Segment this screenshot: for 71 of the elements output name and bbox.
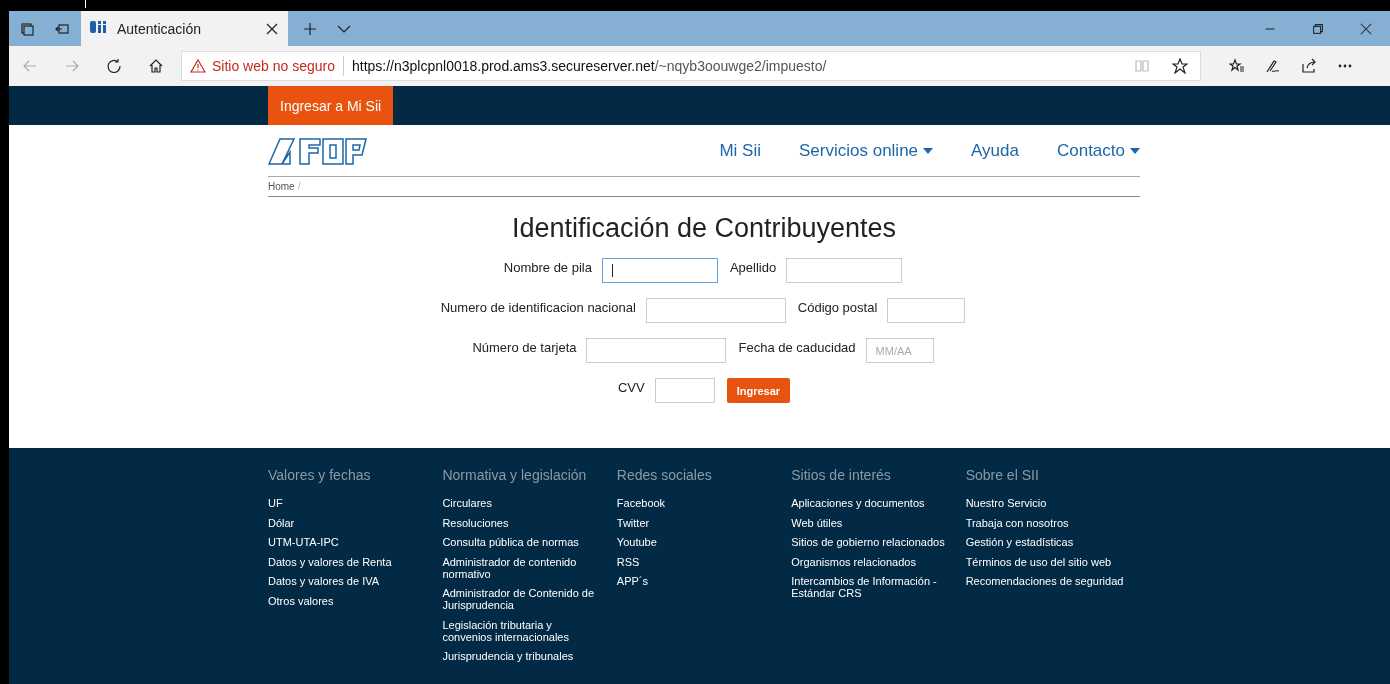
nav-link[interactable]: Contacto xyxy=(1056,140,1140,161)
tabs-aside-icon[interactable] xyxy=(19,20,35,37)
footer-link[interactable]: Resoluciones xyxy=(442,516,603,529)
field-label: Código postal xyxy=(797,300,878,317)
input-field[interactable] xyxy=(654,378,715,403)
footer-link[interactable]: Consulta pública de normas xyxy=(442,536,603,548)
footer-link[interactable]: Nuestro Servicio xyxy=(965,497,1126,509)
star-icon[interactable] xyxy=(1172,58,1188,74)
submit-button[interactable]: Ingresar xyxy=(726,378,791,403)
footer-link[interactable]: RSS xyxy=(616,555,777,568)
footer-link[interactable]: Legislación tributaria y convenios internacionales xyxy=(442,618,603,643)
footer-link[interactable]: Intercambios de Información - Estándar CRS xyxy=(791,575,952,599)
input-field[interactable] xyxy=(887,298,966,323)
footer-link[interactable]: Dólar xyxy=(268,516,428,529)
security-warning: Sitio web no seguro xyxy=(212,58,335,74)
footer-link[interactable]: Administrador de contenido normativo xyxy=(442,555,603,580)
input-field[interactable] xyxy=(586,338,727,363)
refresh-icon[interactable] xyxy=(106,58,122,74)
share-icon[interactable] xyxy=(1301,58,1317,74)
footer-heading: Sobre el SII xyxy=(965,467,1040,483)
footer-link[interactable]: Aplicaciones y documentos xyxy=(791,497,952,509)
footer-heading: Sitios de interés xyxy=(791,467,892,483)
footer-link[interactable]: Datos y valores de IVA xyxy=(268,575,428,587)
footer-heading: Normativa y legislación xyxy=(442,467,588,483)
login-button[interactable]: Ingresar a Mi Sii xyxy=(268,86,394,125)
footer-link[interactable]: Web útiles xyxy=(791,516,952,529)
footer-heading: Redes sociales xyxy=(616,467,713,483)
footer-link[interactable]: Trabaja con nosotros xyxy=(965,516,1126,529)
field-label: Nombre de pila xyxy=(503,260,592,277)
footer-link[interactable]: Twitter xyxy=(616,516,777,529)
footer-link[interactable]: Gestión y estadísticas xyxy=(965,536,1126,548)
field-label: Fecha de caducidad xyxy=(738,340,856,357)
nav-link[interactable]: Mi Sii xyxy=(719,140,761,161)
field-label: Numero de identificacion nacional xyxy=(440,300,636,317)
address-bar[interactable]: Sitio web no seguro https://n3plcpnl0018.prod.ams3.secureserver.net/~nqyb3oouwge2/impuesto/ xyxy=(181,51,1201,81)
favorites-list-icon[interactable] xyxy=(1229,58,1245,74)
footer-link[interactable]: Términos de uso del sitio web xyxy=(965,555,1126,568)
new-tab-icon[interactable] xyxy=(302,20,318,37)
pen-icon[interactable] xyxy=(1265,58,1281,74)
logo-icon[interactable] xyxy=(268,136,368,165)
footer-link[interactable]: Datos y valores de Renta xyxy=(268,555,428,568)
footer-link[interactable]: Circulares xyxy=(442,497,603,509)
footer-link[interactable]: Jurisprudencia y tribunales xyxy=(442,650,603,662)
nav-link[interactable]: Servicios online xyxy=(799,140,934,161)
url-text: https://n3plcpnl0018.prod.ams3.secureserver.net/~nqyb3oouwge2/impuesto/ xyxy=(350,58,828,74)
footer-link[interactable]: Sitios de gobierno relacionados xyxy=(791,536,952,548)
tab-title: Autenticación xyxy=(117,20,203,37)
page-title: Identificación de Contribuyentes xyxy=(510,213,898,244)
footer-heading: Valores y fechas xyxy=(268,467,372,483)
footer-link[interactable]: Organismos relacionados xyxy=(791,555,952,568)
footer-link[interactable]: APP´s xyxy=(616,575,777,587)
footer-link[interactable]: Administrador de Contenido de Jurisprudencia xyxy=(442,587,603,611)
footer-link[interactable]: UF xyxy=(268,497,428,509)
footer-link[interactable]: Recomendaciones de seguridad xyxy=(965,575,1126,587)
warning-icon xyxy=(190,58,206,74)
footer-link[interactable]: UTM-UTA-IPC xyxy=(268,536,428,548)
input-field[interactable] xyxy=(786,258,903,283)
browser-tab[interactable]: Autenticación xyxy=(81,11,288,46)
field-label: Apellido xyxy=(729,260,777,277)
field-label: Número de tarjeta xyxy=(472,340,577,357)
home-icon[interactable] xyxy=(148,58,164,74)
input-field[interactable] xyxy=(601,258,718,283)
footer-link[interactable]: Otros valores xyxy=(268,594,428,607)
footer-link[interactable]: Facebook xyxy=(616,497,777,509)
input-field[interactable] xyxy=(645,298,786,323)
nav-link[interactable]: Ayuda xyxy=(971,140,1019,161)
field-label: CVV xyxy=(617,380,645,397)
footer-link[interactable]: Youtube xyxy=(616,536,777,548)
restore-icon[interactable] xyxy=(1311,21,1325,36)
breadcrumb-link[interactable]: Home xyxy=(268,181,295,192)
breadcrumb-separator: / xyxy=(297,181,301,192)
